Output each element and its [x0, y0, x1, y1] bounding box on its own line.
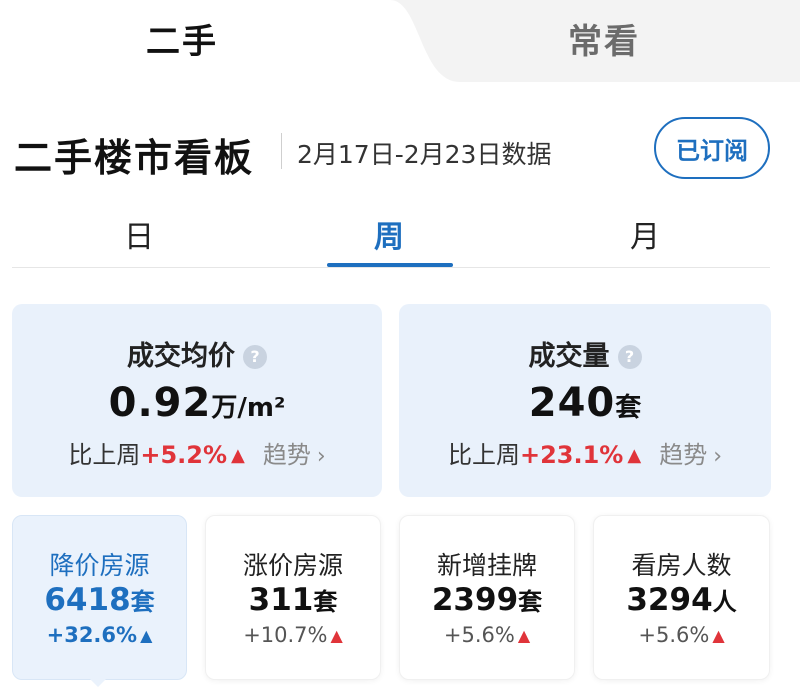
trend-link[interactable]: 趋势 [263, 441, 311, 469]
price-cut-listings-card[interactable]: 降价房源 6418套 +32.6% ▲ [12, 515, 187, 680]
stat-unit: 套 [130, 588, 155, 616]
compare-label: 比上周 [447, 441, 520, 469]
chevron-right-icon[interactable]: › [317, 444, 326, 469]
volume-change: +23.1% [519, 441, 624, 469]
volume-unit: 套 [615, 393, 642, 423]
avg-price-value: 0.92 [108, 380, 212, 426]
tab-month[interactable]: 月 [630, 212, 660, 256]
chevron-right-icon[interactable]: › [713, 444, 722, 469]
top-tab-bar: 二手 常看 [0, 0, 800, 82]
page-title: 二手楼市看板 [14, 136, 255, 180]
stat-change: +32.6% [46, 623, 138, 647]
avg-price-unit: 万/m² [211, 393, 286, 423]
up-triangle-icon: ▲ [517, 626, 531, 645]
stat-label: 新增挂牌 [436, 551, 537, 580]
stat-value: 2399 [431, 582, 519, 618]
avg-price-label: 成交均价 [127, 341, 235, 372]
header-divider [281, 133, 282, 169]
stat-change: +10.7% [243, 623, 328, 647]
price-rise-listings-card[interactable]: 涨价房源 311套 +10.7% ▲ [205, 515, 381, 680]
volume-label: 成交量 [528, 341, 610, 372]
trend-link[interactable]: 趋势 [659, 441, 707, 469]
up-triangle-icon: ▲ [712, 626, 725, 645]
new-listings-card[interactable]: 新增挂牌 2399套 +5.6% ▲ [399, 515, 575, 680]
stat-label: 涨价房源 [242, 551, 343, 580]
stat-unit: 套 [518, 588, 543, 616]
period-tab-bar: 日 周 月 [12, 200, 770, 268]
up-triangle-icon: ▲ [627, 445, 642, 466]
help-icon[interactable]: ? [617, 345, 642, 369]
avg-price-change: +5.2% [140, 441, 227, 469]
subscribe-button[interactable]: 已订阅 [654, 117, 770, 179]
stat-value: 311 [248, 582, 314, 618]
compare-label: 比上周 [68, 441, 141, 469]
help-icon[interactable]: ? [243, 345, 267, 369]
selected-card-pointer [88, 677, 108, 687]
avg-price-card[interactable]: 成交均价? 0.92万/m² 比上周+5.2% ▲ 趋势 › [12, 304, 382, 497]
active-tab-indicator [327, 263, 453, 267]
stat-unit: 人 [712, 588, 737, 616]
up-triangle-icon: ▲ [140, 626, 153, 645]
board-header: 二手楼市看板 2月17日-2月23日数据 已订阅 [0, 105, 800, 190]
volume-value: 240 [528, 380, 616, 426]
stat-unit: 套 [313, 588, 338, 616]
up-triangle-icon: ▲ [330, 626, 343, 645]
stat-change: +5.6% [638, 623, 710, 647]
up-triangle-icon: ▲ [231, 445, 245, 466]
tab-frequent[interactable]: 常看 [568, 14, 640, 63]
stat-label: 降价房源 [49, 551, 150, 580]
volume-card[interactable]: 成交量? 240套 比上周+23.1% ▲ 趋势 › [399, 304, 771, 497]
date-range: 2月17日-2月23日数据 [297, 140, 552, 169]
tab-week[interactable]: 周 [374, 212, 404, 256]
stat-value: 6418 [44, 582, 131, 618]
viewers-card[interactable]: 看房人数 3294人 +5.6% ▲ [593, 515, 770, 680]
tab-secondhand[interactable]: 二手 [146, 14, 218, 63]
stat-label: 看房人数 [631, 551, 732, 580]
tab-day[interactable]: 日 [124, 212, 154, 256]
stat-value: 3294 [626, 582, 713, 618]
stat-change: +5.6% [443, 623, 515, 647]
